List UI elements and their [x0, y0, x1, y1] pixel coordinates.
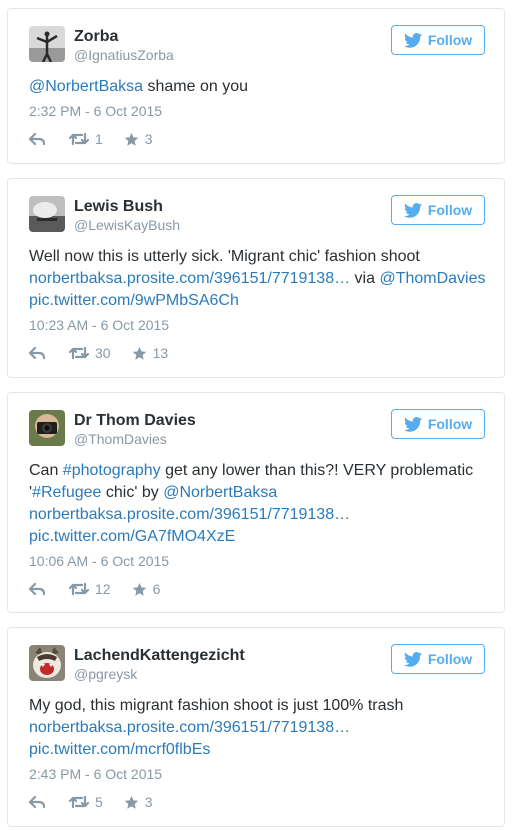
follow-label: Follow — [427, 202, 473, 218]
user-handle[interactable]: @IgnatiusZorba — [74, 47, 174, 63]
twitter-bird-icon — [403, 651, 422, 667]
retweet-count: 30 — [95, 345, 111, 361]
follow-label: Follow — [427, 32, 473, 48]
tweet-card: Zorba @IgnatiusZorba Follow @NorbertBaks… — [7, 8, 505, 164]
twitter-bird-icon — [403, 202, 422, 218]
favorite-button[interactable]: 3 — [124, 131, 153, 147]
retweet-count: 12 — [95, 581, 111, 597]
favorite-button[interactable]: 3 — [124, 794, 153, 810]
user-handle[interactable]: @LewisKayBush — [74, 217, 180, 233]
reply-icon — [29, 795, 45, 809]
hashtag-link[interactable]: #photography — [63, 462, 161, 479]
tweet-text: Well now this is utterly sick. 'Migrant … — [29, 246, 489, 312]
tweet-card: Lewis Bush @LewisKayBush Follow Well now… — [7, 178, 505, 378]
mention-link[interactable]: @NorbertBaksa — [163, 484, 277, 501]
reply-icon — [29, 132, 45, 146]
star-icon — [132, 346, 146, 360]
tweet-actions: 30 13 — [29, 344, 168, 362]
user-handle[interactable]: @pgreysk — [74, 666, 137, 682]
retweet-count: 5 — [95, 794, 103, 810]
pic-link[interactable]: pic.twitter.com/GA7fMO4XzE — [29, 528, 235, 545]
follow-button[interactable]: Follow — [391, 195, 485, 225]
tweet-text-line: Well now this is utterly sick. 'Migrant … — [29, 248, 420, 265]
reply-icon — [29, 346, 45, 360]
zorba-avatar-image — [29, 26, 65, 62]
retweet-icon — [69, 795, 89, 809]
twitter-bird-icon — [403, 416, 422, 432]
tweet-actions: 1 3 — [29, 130, 153, 148]
pic-link[interactable]: pic.twitter.com/9wPMbSA6Ch — [29, 292, 239, 309]
favorite-button[interactable]: 13 — [132, 345, 169, 361]
timestamp[interactable]: 10:23 AM - 6 Oct 2015 — [29, 317, 169, 333]
star-icon — [132, 582, 146, 596]
tweet-text-line: My god, this migrant fashion shoot is ju… — [29, 697, 404, 714]
tweet-card: LachendKattengezicht @pgreysk Follow My … — [7, 627, 505, 827]
mention-link[interactable]: @ThomDavies — [379, 270, 485, 287]
mention-link[interactable]: @NorbertBaksa — [29, 78, 143, 95]
reply-button[interactable] — [29, 795, 45, 809]
favorite-button[interactable]: 6 — [132, 581, 161, 597]
timestamp[interactable]: 2:32 PM - 6 Oct 2015 — [29, 103, 162, 119]
avatar[interactable] — [29, 645, 65, 681]
follow-button[interactable]: Follow — [391, 409, 485, 439]
follow-label: Follow — [427, 651, 473, 667]
lewis-bush-avatar-image — [29, 196, 65, 232]
tweet-actions: 5 3 — [29, 793, 153, 811]
avatar[interactable] — [29, 196, 65, 232]
tweet-actions: 12 6 — [29, 580, 160, 598]
user-handle[interactable]: @ThomDavies — [74, 431, 167, 447]
tweet-text: Can #photography get any lower than this… — [29, 460, 489, 548]
cat-avatar-image — [29, 645, 65, 681]
url-link[interactable]: norbertbaksa.prosite.com/396151/7719138… — [29, 270, 350, 287]
favorite-count: 6 — [152, 581, 161, 597]
favorite-count: 3 — [144, 131, 153, 147]
retweet-button[interactable]: 12 — [69, 581, 111, 597]
tweet-text-body: Can — [29, 462, 63, 479]
avatar[interactable] — [29, 26, 65, 62]
star-icon — [124, 132, 139, 146]
user-name[interactable]: Zorba — [74, 28, 118, 46]
pic-link[interactable]: pic.twitter.com/mcrf0flbEs — [29, 741, 210, 758]
retweet-icon — [69, 346, 89, 360]
star-icon — [124, 795, 139, 809]
user-name[interactable]: Dr Thom Davies — [74, 412, 196, 430]
reply-button[interactable] — [29, 132, 45, 146]
retweet-button[interactable]: 1 — [69, 131, 103, 147]
retweet-icon — [69, 582, 89, 596]
retweet-count: 1 — [95, 131, 103, 147]
timestamp[interactable]: 2:43 PM - 6 Oct 2015 — [29, 766, 162, 782]
avatar[interactable] — [29, 410, 65, 446]
retweet-button[interactable]: 30 — [69, 345, 111, 361]
follow-button[interactable]: Follow — [391, 644, 485, 674]
favorite-count: 3 — [144, 794, 153, 810]
favorite-count: 13 — [152, 345, 169, 361]
reply-button[interactable] — [29, 582, 45, 596]
tweet-card: Dr Thom Davies @ThomDavies Follow Can #p… — [7, 392, 505, 613]
tweet-text-body: get any lower than this?! VERY problemat… — [160, 462, 474, 479]
reply-icon — [29, 582, 45, 596]
tweet-text: My god, this migrant fashion shoot is ju… — [29, 695, 489, 761]
url-link[interactable]: norbertbaksa.prosite.com/396151/7719138… — [29, 719, 350, 736]
user-name[interactable]: Lewis Bush — [74, 198, 163, 216]
user-name[interactable]: LachendKattengezicht — [74, 647, 245, 665]
tweet-text: @NorbertBaksa shame on you — [29, 76, 489, 98]
tweet-text-body: chic' by — [101, 484, 164, 501]
retweet-icon — [69, 132, 89, 146]
reply-button[interactable] — [29, 346, 45, 360]
via-text: via — [350, 270, 380, 287]
follow-label: Follow — [427, 416, 473, 432]
follow-button[interactable]: Follow — [391, 25, 485, 55]
url-link[interactable]: norbertbaksa.prosite.com/396151/7719138… — [29, 506, 350, 523]
timestamp[interactable]: 10:06 AM - 6 Oct 2015 — [29, 553, 169, 569]
twitter-bird-icon — [403, 32, 422, 48]
hashtag-link[interactable]: #Refugee — [32, 484, 101, 501]
retweet-button[interactable]: 5 — [69, 794, 103, 810]
tweet-text-body: shame on you — [143, 78, 249, 95]
thom-davies-avatar-image — [29, 410, 65, 446]
